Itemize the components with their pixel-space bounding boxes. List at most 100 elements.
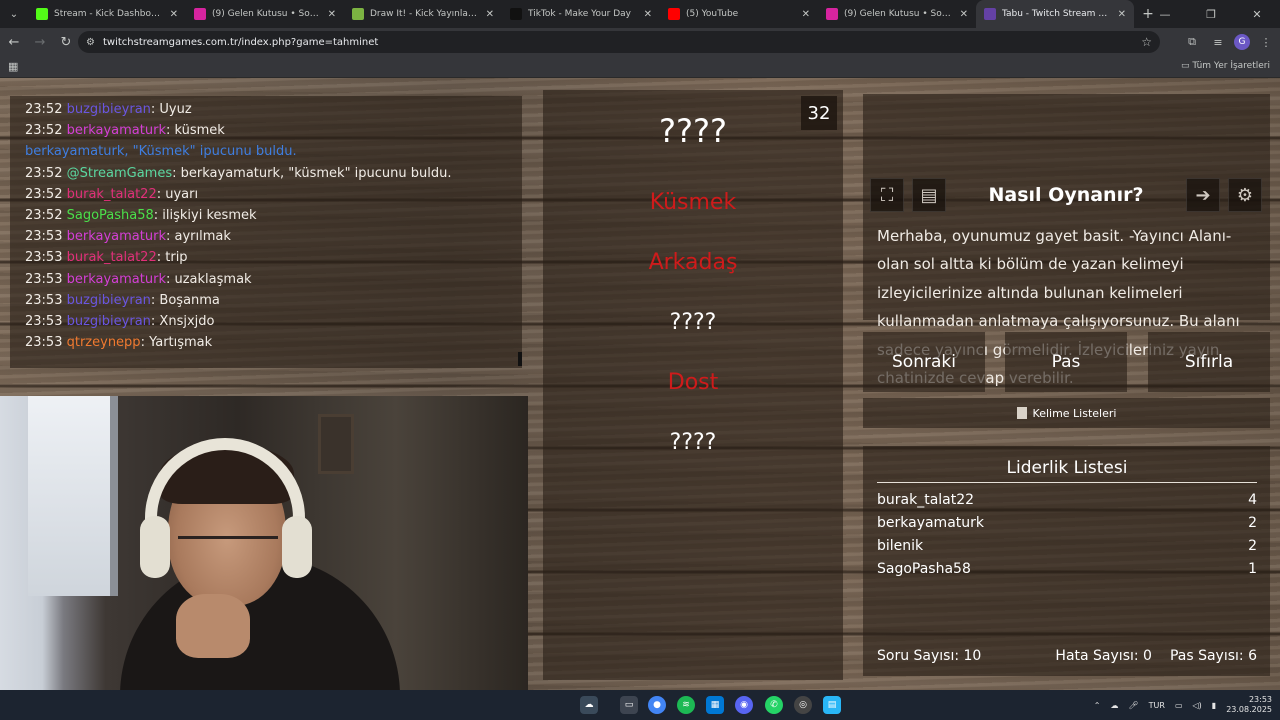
- chat-timestamp: 23:53: [25, 335, 63, 351]
- tab-search-icon[interactable]: ⌄: [0, 0, 28, 28]
- site-info-icon[interactable]: ⚙: [86, 37, 95, 48]
- leaderboard-row: burak_talat22 4: [877, 492, 1257, 508]
- close-tab-icon[interactable]: ✕: [960, 9, 968, 20]
- browser-menu-icon[interactable]: ⋮: [1256, 32, 1276, 52]
- discord-icon[interactable]: ◉: [735, 696, 753, 714]
- leaderboard-score: 2: [1248, 538, 1257, 554]
- store-icon[interactable]: ▦: [706, 696, 724, 714]
- browser-tab-label: (9) Gelen Kutusu • Sohbetler: [212, 9, 322, 19]
- leaderboard-score: 4: [1248, 492, 1257, 508]
- browser-tab-label: TikTok - Make Your Day: [528, 9, 632, 19]
- chat-timestamp: 23:53: [25, 229, 63, 245]
- chat-text: : Boşanma: [150, 292, 220, 308]
- chat-username: qtrzeynepp: [66, 335, 141, 351]
- chrome-icon[interactable]: ●: [648, 696, 666, 714]
- chat-username: berkayamaturk: [66, 229, 166, 245]
- address-bar[interactable]: ⚙ twitchstreamgames.com.tr/index.php?gam…: [78, 31, 1160, 53]
- chat-username: buzgibieyran: [66, 102, 151, 117]
- pencil-icon: [352, 8, 364, 20]
- instagram-icon: [826, 8, 838, 20]
- window-controls: — ❐ ✕: [1142, 0, 1280, 28]
- reset-button[interactable]: Sıfırla: [1148, 332, 1270, 392]
- chat-text: : ayrılmak: [165, 229, 231, 245]
- maximize-icon[interactable]: ❐: [1188, 0, 1234, 28]
- reload-icon[interactable]: ↻: [54, 30, 78, 54]
- forbidden-word: Arkadaş: [648, 250, 738, 275]
- close-tab-icon[interactable]: ✕: [802, 9, 810, 20]
- webcam-hand: [176, 594, 250, 658]
- toolbar-actions: ⧉ ≡ G ⋮: [1182, 32, 1276, 52]
- apps-grid-icon[interactable]: ▦: [8, 60, 18, 73]
- webcam-headset-ear-right: [282, 516, 312, 578]
- chat-username: berkayamaturk: [66, 123, 166, 139]
- browser-tab[interactable]: Tabu - Twitch Stream Games ✕: [976, 0, 1134, 28]
- hidden-word: ????: [669, 430, 717, 455]
- forbidden-word: Dost: [667, 370, 719, 395]
- forward-icon[interactable]: →: [28, 30, 52, 54]
- chat-timestamp: 23:52: [25, 123, 63, 139]
- chat-message: 23:52 burak_talat22: uyarı: [25, 184, 507, 205]
- browser-tab-label: (5) YouTube: [686, 9, 739, 19]
- onedrive-icon[interactable]: ☁: [1110, 701, 1118, 710]
- profile-avatar[interactable]: G: [1234, 34, 1250, 50]
- browser-tab[interactable]: (9) Gelen Kutusu • Sohbetler ✕: [186, 0, 344, 28]
- close-tab-icon[interactable]: ✕: [328, 9, 336, 20]
- clock[interactable]: 23:53 23.08.2025: [1226, 695, 1272, 715]
- whatsapp-icon[interactable]: ✆: [765, 696, 783, 714]
- battery-icon[interactable]: ▮: [1212, 701, 1216, 710]
- chat-text: : Xnsjxjdo: [150, 314, 215, 330]
- leaderboard-score: 2: [1248, 515, 1257, 531]
- game-page: 23:52 buzgibieyran: Uyuz 23:52 berkayamat…: [0, 78, 1280, 690]
- widgets-icon[interactable]: ☁: [580, 696, 598, 714]
- chat-text: : Yartışmak: [140, 335, 213, 351]
- browser-tab[interactable]: (9) Gelen Kutusu • Sohbetler ✕: [818, 0, 976, 28]
- bookmark-star-icon[interactable]: ☆: [1141, 35, 1152, 49]
- network-icon[interactable]: ▭: [1175, 701, 1183, 710]
- next-button[interactable]: Sonraki: [863, 332, 985, 392]
- close-window-icon[interactable]: ✕: [1234, 0, 1280, 28]
- pass-button[interactable]: Pas: [1005, 332, 1127, 392]
- close-tab-icon[interactable]: ✕: [170, 9, 178, 20]
- leaderboard-name: SagoPasha58: [877, 561, 971, 577]
- chat-username: @StreamGames: [66, 165, 173, 181]
- chat-text: : trip: [156, 250, 188, 266]
- leaderboard-name: burak_talat22: [877, 492, 975, 508]
- close-tab-icon[interactable]: ✕: [1118, 9, 1126, 20]
- spotify-icon[interactable]: ≋: [677, 696, 695, 714]
- chat-message: 23:53 qtrzeynepp: Yartışmak: [25, 332, 507, 353]
- close-tab-icon[interactable]: ✕: [486, 9, 494, 20]
- close-tab-icon[interactable]: ✕: [644, 9, 652, 20]
- browser-tab-label: Stream - Kick Dashboard: [54, 9, 164, 19]
- minimize-icon[interactable]: —: [1142, 0, 1188, 28]
- address-url[interactable]: twitchstreamgames.com.tr/index.php?game=…: [103, 37, 378, 48]
- browser-tab[interactable]: (5) YouTube ✕: [660, 0, 818, 28]
- tray-chevron-icon[interactable]: ⌃: [1094, 701, 1101, 710]
- file-explorer-icon[interactable]: ▭: [620, 696, 638, 714]
- browser-tab[interactable]: Draw It! - Kick Yayınları İçin Çiz ✕: [344, 0, 502, 28]
- notepad-icon[interactable]: ▤: [823, 696, 841, 714]
- info-title: Nasıl Oynanır?: [988, 184, 1144, 206]
- browser-tab[interactable]: TikTok - Make Your Day ✕: [502, 0, 660, 28]
- leaderboard-row: berkayamaturk 2: [877, 515, 1257, 531]
- chat-message: 23:52 @StreamGames: berkayamaturk, "küsm…: [25, 163, 507, 184]
- obs-icon[interactable]: ◎: [794, 696, 812, 714]
- word-lists-button[interactable]: Kelime Listeleri: [863, 398, 1270, 428]
- system-tray: ⌃ ☁ 🎤︎ TUR ▭ ◁) ▮ 23:53 23.08.2025: [1094, 690, 1272, 720]
- notes-icon[interactable]: ▤: [912, 178, 946, 212]
- extensions-icon[interactable]: ⧉: [1182, 32, 1202, 52]
- all-bookmarks-link[interactable]: ▭ Tüm Yer İşaretleri: [1181, 61, 1270, 71]
- chat-text: : Uyuz: [150, 102, 192, 117]
- chat-scrollbar[interactable]: [518, 352, 522, 366]
- back-icon[interactable]: ←: [2, 30, 26, 54]
- microphone-icon[interactable]: 🎤︎: [1128, 701, 1138, 710]
- reading-list-icon[interactable]: ≡: [1208, 32, 1228, 52]
- forbidden-word: Küsmek: [649, 190, 737, 215]
- volume-icon[interactable]: ◁): [1193, 701, 1202, 710]
- chat-message: 23:53 buzgibieyran: Boşanma: [25, 290, 507, 311]
- settings-gear-icon[interactable]: ⚙: [1228, 178, 1262, 212]
- language-indicator[interactable]: TUR: [1149, 701, 1165, 710]
- fullscreen-icon[interactable]: ⛶: [870, 178, 904, 212]
- browser-tab-label: Tabu - Twitch Stream Games: [1002, 9, 1112, 19]
- exit-icon[interactable]: ➔: [1186, 178, 1220, 212]
- browser-tab[interactable]: Stream - Kick Dashboard ✕: [28, 0, 186, 28]
